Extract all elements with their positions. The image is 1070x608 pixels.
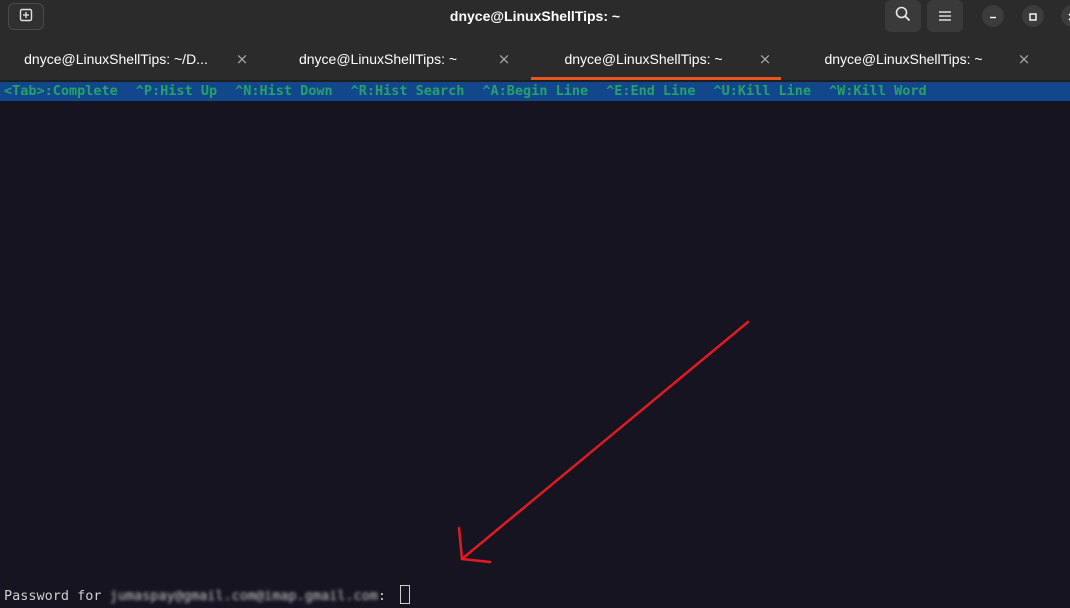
hint-kill-line: ^U:Kill Line (713, 83, 812, 99)
terminal-window: dnyce@LinuxShellTips: ~ dnyce@LinuxShell… (0, 0, 1070, 608)
tab-4[interactable]: dnyce@LinuxShellTips: ~ × (785, 34, 1047, 80)
tab-label: dnyce@LinuxShellTips: ~/D... (24, 51, 208, 67)
tab-3-active[interactable]: dnyce@LinuxShellTips: ~ × (531, 34, 781, 80)
hint-hist-search: ^R:Hist Search (350, 83, 465, 99)
tab-label: dnyce@LinuxShellTips: ~ (564, 51, 723, 67)
tab-2[interactable]: dnyce@LinuxShellTips: ~ × (262, 34, 524, 80)
tab-close-icon[interactable]: × (232, 34, 252, 80)
tab-1[interactable]: dnyce@LinuxShellTips: ~/D... × (0, 34, 262, 80)
tab-label: dnyce@LinuxShellTips: ~ (824, 51, 983, 67)
menu-button[interactable] (927, 0, 963, 32)
blurred-email: jumaspay@gmail.com@imap.gmail.com (109, 588, 378, 604)
maximize-icon (1028, 7, 1038, 26)
hint-complete: <Tab>:Complete (4, 83, 118, 99)
hint-end-line: ^E:End Line (606, 83, 696, 99)
terminal-cursor[interactable] (400, 585, 411, 604)
minimize-icon (988, 7, 998, 26)
tab-close-icon[interactable]: × (755, 34, 775, 80)
search-icon (894, 5, 912, 27)
hamburger-menu-icon (938, 7, 952, 26)
terminal-area[interactable]: <Tab>:Complete ^P:Hist Up ^N:Hist Down ^R:H… (0, 82, 1070, 608)
new-tab-button[interactable] (8, 3, 44, 30)
tab-bar: dnyce@LinuxShellTips: ~/D... × dnyce@Lin… (0, 34, 1070, 80)
tab-label: dnyce@LinuxShellTips: ~ (298, 51, 458, 67)
hint-hist-up: ^P:Hist Up (135, 83, 218, 99)
header-bar: dnyce@LinuxShellTips: ~ (0, 0, 1070, 34)
prompt-prefix: Password for (4, 588, 110, 604)
hint-kill-word: ^W:Kill Word (829, 83, 927, 99)
tab-close-icon[interactable]: × (1014, 34, 1034, 80)
close-window-button[interactable] (1061, 5, 1070, 27)
tab-close-icon[interactable]: × (494, 34, 514, 80)
minimize-button[interactable] (982, 5, 1004, 27)
prompt-suffix: : (377, 588, 395, 604)
maximize-button[interactable] (1022, 5, 1044, 27)
new-tab-icon (18, 7, 34, 27)
keybinding-hint-bar: <Tab>:Complete ^P:Hist Up ^N:Hist Down ^R:H… (0, 82, 1070, 101)
password-prompt: Password for jumaspay@gmail.com@imap.gma… (4, 585, 411, 606)
search-button[interactable] (885, 0, 921, 32)
hint-begin-line: ^A:Begin Line (482, 83, 589, 99)
hint-hist-down: ^N:Hist Down (235, 83, 333, 99)
